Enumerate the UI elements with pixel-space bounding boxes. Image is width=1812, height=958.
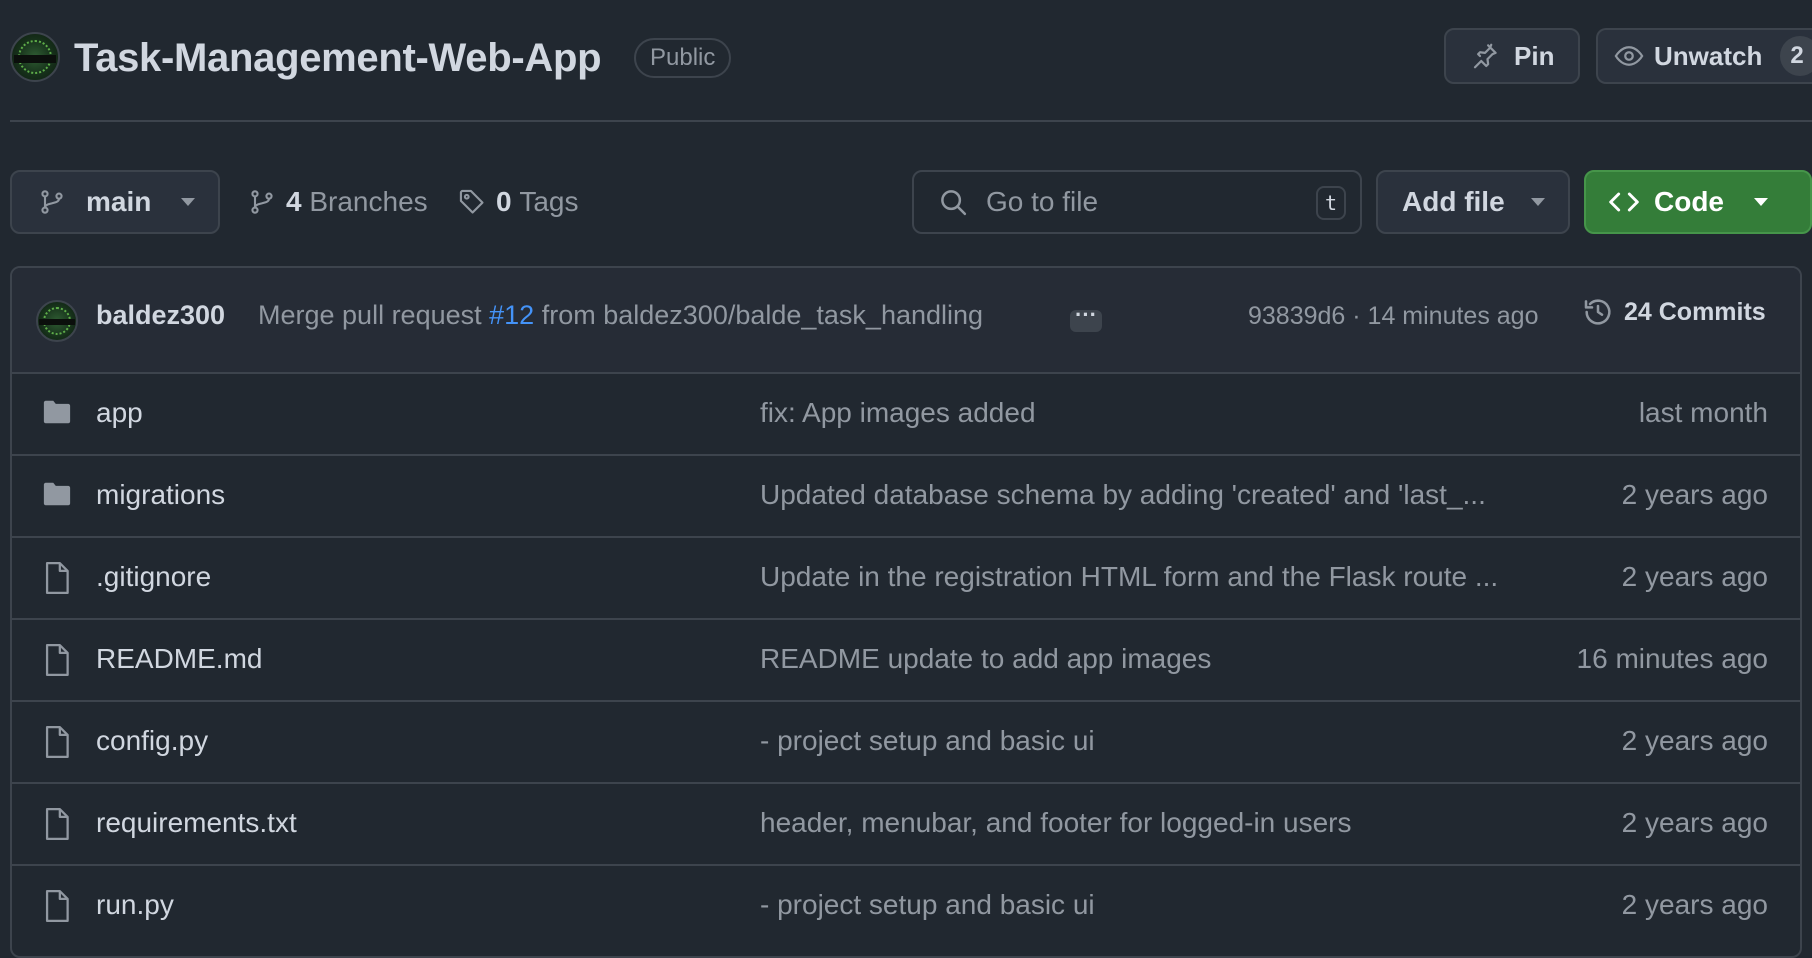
add-file-label: Add file: [1402, 186, 1505, 217]
chevron-down-icon: [1530, 198, 1545, 206]
go-to-file-input[interactable]: Go to file t: [912, 170, 1362, 234]
file-commit-time: 2 years ago: [1621, 561, 1768, 592]
file-commit-time: 2 years ago: [1621, 889, 1768, 920]
commit-message[interactable]: Merge pull request #12 from baldez300/ba…: [258, 300, 983, 331]
file-commit-message[interactable]: Updated database schema by adding 'creat…: [760, 479, 1530, 511]
file-commit-message[interactable]: header, menubar, and footer for logged-i…: [760, 807, 1530, 839]
file-commit-message[interactable]: README update to add app images: [760, 643, 1530, 675]
file-icon: [42, 807, 72, 841]
keyboard-shortcut-hint: t: [1316, 186, 1346, 220]
file-row[interactable]: run.py - project setup and basic ui 2 ye…: [12, 866, 1800, 948]
file-commit-message[interactable]: - project setup and basic ui: [760, 889, 1530, 921]
file-name[interactable]: run.py: [96, 889, 174, 921]
folder-icon: [42, 397, 72, 427]
tag-icon: [458, 188, 486, 216]
commit-author-avatar[interactable]: [36, 300, 78, 342]
branch-selector[interactable]: main: [10, 170, 220, 234]
file-name[interactable]: .gitignore: [96, 561, 211, 593]
repo-title[interactable]: Task-Management-Web-App: [74, 36, 602, 81]
file-row[interactable]: README.md README update to add app image…: [12, 620, 1800, 702]
file-row[interactable]: migrations Updated database schema by ad…: [12, 456, 1800, 538]
tags-count: 0: [496, 186, 512, 217]
code-button[interactable]: Code: [1584, 170, 1812, 234]
pin-icon: [1470, 41, 1500, 71]
file-row[interactable]: .gitignore Update in the registration HT…: [12, 538, 1800, 620]
search-placeholder: Go to file: [986, 186, 1099, 217]
expand-commit-button[interactable]: ···: [1070, 304, 1102, 332]
file-browser: baldez300 Merge pull request #12 from ba…: [10, 266, 1802, 958]
file-name[interactable]: README.md: [96, 643, 262, 675]
git-branch-icon: [248, 188, 276, 216]
watch-count: 2: [1780, 36, 1812, 76]
file-commit-time: 16 minutes ago: [1576, 643, 1768, 674]
repo-toolbar: main 4 Branches 0 Tags Go to file t Add …: [10, 170, 1812, 234]
file-row[interactable]: config.py - project setup and basic ui 2…: [12, 702, 1800, 784]
commit-author[interactable]: baldez300: [96, 300, 225, 331]
unwatch-button[interactable]: Unwatch 2: [1596, 28, 1812, 84]
file-commit-time: last month: [1638, 397, 1768, 428]
file-icon: [42, 889, 72, 923]
file-name[interactable]: config.py: [96, 725, 208, 757]
pin-label: Pin: [1514, 40, 1555, 71]
search-icon: [938, 187, 968, 217]
git-branch-icon: [38, 188, 66, 216]
file-commit-time: 2 years ago: [1621, 807, 1768, 838]
file-icon: [42, 725, 72, 759]
file-name[interactable]: app: [96, 397, 143, 429]
header-divider: [10, 120, 1812, 122]
file-icon: [42, 643, 72, 677]
commits-count-label: 24 Commits: [1624, 297, 1766, 326]
file-commit-message[interactable]: Update in the registration HTML form and…: [760, 561, 1530, 593]
file-icon: [42, 561, 72, 595]
file-commit-message[interactable]: fix: App images added: [760, 397, 1530, 429]
branches-link[interactable]: 4 Branches: [248, 170, 428, 234]
code-label: Code: [1654, 186, 1724, 217]
pin-button[interactable]: Pin: [1444, 28, 1580, 84]
repo-header: Task-Management-Web-App Public Pin Unwat…: [10, 28, 1812, 90]
visibility-badge: Public: [634, 38, 732, 78]
history-icon: [1582, 296, 1614, 328]
chevron-down-icon: [1754, 198, 1768, 206]
commits-history-link[interactable]: 24 Commits: [1582, 296, 1766, 328]
branches-label: Branches: [309, 186, 428, 217]
latest-commit-bar: baldez300 Merge pull request #12 from ba…: [12, 268, 1800, 374]
commit-message-suffix: from baldez300/balde_task_handling: [541, 300, 984, 330]
folder-icon: [42, 479, 72, 509]
file-name[interactable]: requirements.txt: [96, 807, 297, 839]
file-list: app fix: App images added last month mig…: [12, 374, 1800, 948]
branch-name: main: [86, 186, 152, 217]
eye-icon: [1614, 41, 1644, 71]
file-row[interactable]: app fix: App images added last month: [12, 374, 1800, 456]
unwatch-label: Unwatch: [1654, 40, 1763, 71]
owner-avatar[interactable]: [10, 32, 60, 82]
code-icon: [1608, 186, 1640, 218]
tags-link[interactable]: 0 Tags: [458, 170, 579, 234]
file-name[interactable]: migrations: [96, 479, 225, 511]
file-row[interactable]: requirements.txt header, menubar, and fo…: [12, 784, 1800, 866]
file-commit-time: 2 years ago: [1621, 725, 1768, 756]
add-file-button[interactable]: Add file: [1376, 170, 1570, 234]
tags-label: Tags: [519, 186, 579, 217]
branches-count: 4: [286, 186, 302, 217]
file-commit-time: 2 years ago: [1621, 479, 1768, 510]
commit-message-prefix: Merge pull request: [258, 300, 482, 330]
pull-request-link[interactable]: #12: [489, 300, 534, 330]
file-commit-message[interactable]: - project setup and basic ui: [760, 725, 1530, 757]
chevron-down-icon: [181, 198, 196, 206]
commit-hash-time[interactable]: 93839d6 · 14 minutes ago: [1248, 302, 1539, 331]
